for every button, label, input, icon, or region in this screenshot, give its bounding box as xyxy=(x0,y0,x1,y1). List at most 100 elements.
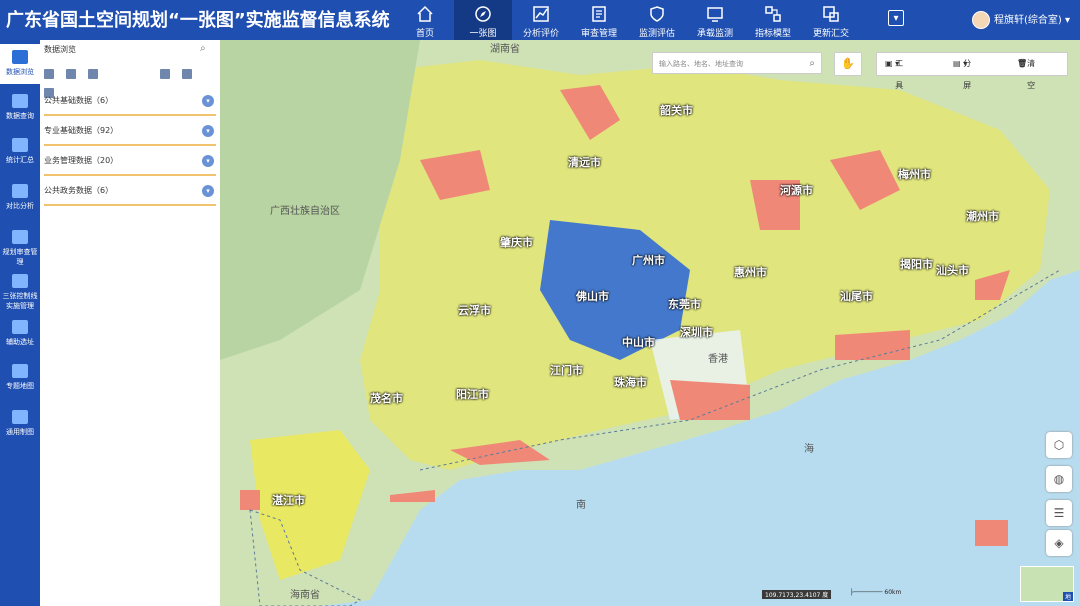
bar-chart-icon xyxy=(12,138,28,152)
export-icon[interactable] xyxy=(160,69,170,79)
nav-home-label: 首页 xyxy=(415,29,434,39)
leftnav-mapping[interactable]: 通用制图 xyxy=(0,410,40,437)
scale-label: 60km xyxy=(884,589,902,596)
map-search-input[interactable]: 输入路名、地名、地址查询 ⌕ xyxy=(652,52,822,74)
model-icon xyxy=(765,6,781,22)
minimap-label: 地 xyxy=(1062,592,1073,601)
main-nav: 首页 一张图 分析评价 审查管理 监测评估 承载监测 指标模型 更新汇交 xyxy=(396,0,860,40)
control-icon xyxy=(12,274,28,288)
leftnav-query[interactable]: 数据查询 xyxy=(0,94,40,121)
leftnav-label: 专题地图 xyxy=(6,382,34,390)
leftnav-stats[interactable]: 统计汇总 xyxy=(0,138,40,165)
nav-monitor[interactable]: 监测评估 xyxy=(628,0,686,40)
category-professional[interactable]: 专业基础数据（92） ▾ xyxy=(44,118,216,146)
category-label: 业务管理数据（20） xyxy=(44,156,119,165)
city-label: 深圳市 xyxy=(680,326,713,339)
city-label: 广州市 xyxy=(632,254,665,267)
nav-home[interactable]: 首页 xyxy=(396,0,454,40)
chart-icon xyxy=(533,6,549,22)
city-label: 中山市 xyxy=(622,336,655,349)
leftnav-control-lines[interactable]: 三张控制线实施管理 xyxy=(0,274,40,311)
search-icon[interactable]: ⌕ xyxy=(809,53,815,75)
document-icon xyxy=(592,6,606,22)
list-icon[interactable]: ☰ xyxy=(1046,500,1072,526)
user-menu[interactable]: 程旗轩(综合室) ▾ xyxy=(972,11,1070,29)
leftnav-siting[interactable]: 辅助选址 xyxy=(0,320,40,347)
home-icon xyxy=(417,5,433,22)
scale-bar: ├──────── 60km xyxy=(850,589,902,596)
leftnav-compare[interactable]: 对比分析 xyxy=(0,184,40,211)
city-label: 惠州市 xyxy=(734,266,767,279)
category-label: 公共政务数据（6） xyxy=(44,186,114,195)
app-title: 广东省国土空间规划“一张图”实施监督信息系统 xyxy=(6,10,390,31)
category-business[interactable]: 业务管理数据（20） ▾ xyxy=(44,148,216,176)
toolbox-icon: ▣ xyxy=(885,59,893,68)
region-label: 海南省 xyxy=(290,590,320,601)
update-icon xyxy=(823,6,839,22)
dropdown-icon[interactable]: ▾ xyxy=(888,10,904,26)
split-screen-button[interactable]: ▤ 分屏 ▾ xyxy=(953,53,971,90)
city-label: 韶关市 xyxy=(660,104,693,117)
city-label: 东莞市 xyxy=(668,298,701,311)
nav-indicator[interactable]: 指标模型 xyxy=(744,0,802,40)
overview-minimap[interactable]: 地 xyxy=(1020,566,1074,602)
thematic-map-icon xyxy=(12,364,28,378)
category-government[interactable]: 公共政务数据（6） ▾ xyxy=(44,178,216,206)
leftnav-label: 统计汇总 xyxy=(6,156,34,164)
leftnav-browse[interactable]: 数据浏览 xyxy=(0,44,40,84)
city-label: 梅州市 xyxy=(898,168,931,181)
open-folder-icon[interactable] xyxy=(44,69,54,79)
top-bar: 广东省国土空间规划“一张图”实施监督信息系统 首页 一张图 分析评价 审查管理 … xyxy=(0,0,1080,40)
pan-hand-icon[interactable]: ✋ xyxy=(834,52,862,76)
nav-indicator-label: 指标模型 xyxy=(754,29,791,39)
nav-capacity[interactable]: 承载监测 xyxy=(686,0,744,40)
location-icon xyxy=(12,320,28,334)
shield-icon xyxy=(650,6,664,22)
search-icon xyxy=(12,94,28,108)
city-label: 清远市 xyxy=(568,156,601,169)
image-icon[interactable] xyxy=(182,69,192,79)
search-icon[interactable]: ⌕ xyxy=(200,43,206,54)
category-public-base[interactable]: 公共基础数据（6） ▾ xyxy=(44,88,216,116)
nav-one-map-label: 一张图 xyxy=(469,29,497,39)
nav-monitor-label: 监测评估 xyxy=(638,29,675,39)
avatar xyxy=(972,11,990,29)
drafting-icon xyxy=(12,410,28,424)
marine-zone xyxy=(835,330,910,360)
city-label: 阳江市 xyxy=(456,388,489,401)
city-label: 茂名市 xyxy=(370,392,403,405)
chevron-down-icon: ▾ xyxy=(202,155,214,167)
city-label: 云浮市 xyxy=(458,304,491,317)
folder-icon[interactable] xyxy=(66,69,76,79)
clear-label: 清空 xyxy=(1027,59,1036,90)
leftnav-label: 数据浏览 xyxy=(6,68,34,76)
leftnav-thematic[interactable]: 专题地图 xyxy=(0,364,40,391)
layers-icon[interactable]: ◈ xyxy=(1046,530,1072,556)
city-label: 佛山市 xyxy=(576,290,609,303)
panel-toolbar xyxy=(44,64,216,98)
nav-review-label: 审查管理 xyxy=(580,29,617,39)
plan-icon xyxy=(12,230,28,244)
split-screen-icon: ▤ xyxy=(953,59,961,68)
marine-zone xyxy=(240,490,260,510)
nav-one-map[interactable]: 一张图 xyxy=(454,0,512,40)
left-nav: 数据浏览 数据查询 统计汇总 对比分析 规划审查管理 三张控制线实施管理 辅助选… xyxy=(0,40,40,606)
leftnav-label: 数据查询 xyxy=(6,112,34,120)
leftnav-plan-review[interactable]: 规划审查管理 xyxy=(0,230,40,267)
tools-button[interactable]: ▣ 工具 ▾ xyxy=(885,53,903,90)
map-view[interactable]: 韶关市 清远市 河源市 梅州市 潮州市 肇庆市 广州市 惠州市 揭阳市 汕头市 … xyxy=(220,40,1080,606)
marine-zone xyxy=(670,380,750,420)
globe-icon[interactable]: ◍ xyxy=(1046,466,1072,492)
nav-review[interactable]: 审查管理 xyxy=(570,0,628,40)
category-label: 专业基础数据（92） xyxy=(44,126,119,135)
city-label: 潮州市 xyxy=(966,210,999,223)
city-label: 湛江市 xyxy=(272,494,305,507)
clear-button[interactable]: 🗑 清空 xyxy=(1017,53,1035,90)
nav-analysis[interactable]: 分析评价 xyxy=(512,0,570,40)
save-icon[interactable] xyxy=(88,69,98,79)
compass-icon xyxy=(475,6,491,22)
nav-update[interactable]: 更新汇交 xyxy=(802,0,860,40)
trash-icon: 🗑 xyxy=(1017,59,1028,68)
user-name: 程旗轩(综合室) xyxy=(994,15,1062,26)
3d-view-icon[interactable]: ⬡ xyxy=(1046,432,1072,458)
